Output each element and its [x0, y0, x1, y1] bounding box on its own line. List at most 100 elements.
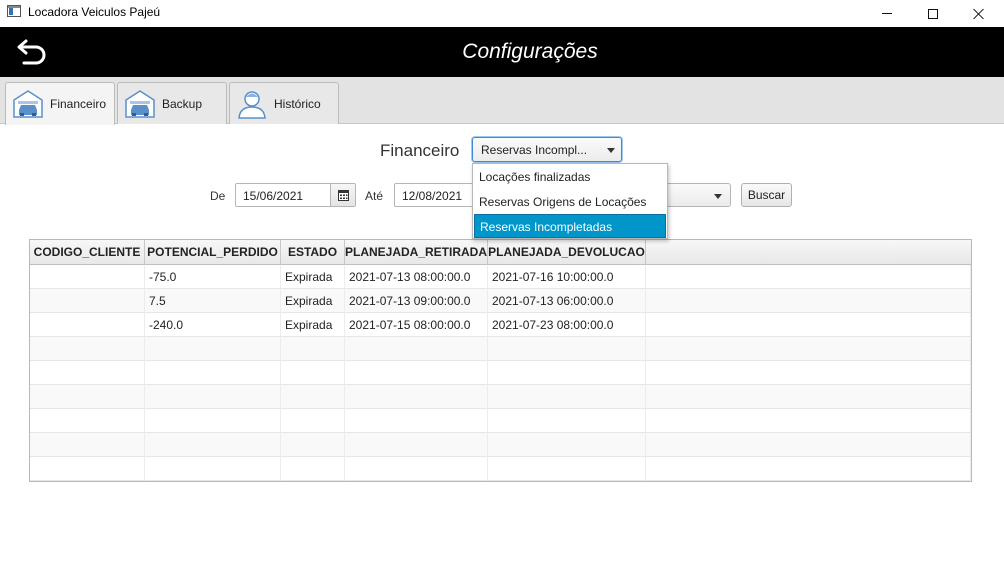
window-title: Locadora Veiculos Pajeú [28, 5, 161, 19]
table-cell: 2021-07-23 08:00:00.0 [488, 313, 646, 337]
table-cell: -240.0 [145, 313, 281, 337]
tab-historico[interactable]: Histórico [229, 82, 339, 124]
table-row[interactable]: 7.5 Expirada 2021-07-13 09:00:00.0 2021-07-… [30, 289, 971, 313]
table-cell [30, 361, 145, 385]
table-cell [281, 457, 345, 481]
column-header[interactable]: CODIGO_CLIENTE [30, 240, 145, 265]
to-date-picker[interactable]: 12/08/2021 [394, 183, 484, 207]
table-cell: 2021-07-13 06:00:00.0 [488, 289, 646, 313]
table-row[interactable] [30, 433, 971, 457]
app-window: Locadora Veiculos Pajeú Configurações Fi… [0, 0, 1004, 586]
table-cell [30, 337, 145, 361]
column-header[interactable]: PLANEJADA_DEVOLUCAO [488, 240, 646, 265]
report-select-value: Reservas Incompl... [481, 143, 588, 157]
table-cell [30, 457, 145, 481]
garage-car-icon [13, 90, 43, 118]
search-button[interactable]: Buscar [741, 183, 792, 207]
dropdown-option[interactable]: Reservas Origens de Locações [474, 190, 666, 214]
minimize-icon [882, 13, 892, 14]
table-cell [281, 385, 345, 409]
table-cell [145, 385, 281, 409]
table-cell [646, 457, 971, 481]
table-cell: 2021-07-16 10:00:00.0 [488, 265, 646, 289]
tab-label: Financeiro [50, 97, 107, 111]
table-cell [30, 265, 145, 289]
table-row[interactable] [30, 409, 971, 433]
maximize-button[interactable] [910, 0, 956, 27]
report-type-dropdown: Locações finalizadas Reservas Origens de… [472, 163, 668, 239]
tab-backup[interactable]: Backup [117, 82, 227, 124]
calendar-icon [337, 189, 349, 201]
column-header[interactable]: PLANEJADA_RETIRADA [345, 240, 488, 265]
table-cell [145, 337, 281, 361]
close-button[interactable] [956, 0, 1002, 27]
table-cell: 7.5 [145, 289, 281, 313]
user-avatar-icon [238, 90, 266, 119]
table-cell [646, 409, 971, 433]
table-cell: Expirada [281, 265, 345, 289]
table-cell [30, 313, 145, 337]
table-cell: 2021-07-13 09:00:00.0 [345, 289, 488, 313]
page-header: Configurações [0, 27, 1004, 77]
results-table: CODIGO_CLIENTE POTENCIAL_PERDIDO ESTADO … [29, 239, 972, 482]
table-cell [488, 409, 646, 433]
table-cell [345, 409, 488, 433]
from-date-value: 15/06/2021 [243, 189, 304, 203]
report-label: Financeiro [380, 141, 460, 160]
table-cell [30, 289, 145, 313]
chevron-down-icon [607, 148, 615, 153]
table-cell [488, 457, 646, 481]
to-date-value: 12/08/2021 [402, 189, 463, 203]
calendar-button[interactable] [330, 184, 355, 206]
minimize-button[interactable] [864, 0, 910, 27]
table-cell: Expirada [281, 289, 345, 313]
from-label: De [210, 189, 226, 203]
column-header[interactable]: ESTADO [281, 240, 345, 265]
tab-bar: Financeiro Backup Histórico [0, 77, 1004, 125]
table-cell [488, 433, 646, 457]
table-cell [145, 457, 281, 481]
tab-label: Histórico [274, 96, 321, 111]
table-cell [30, 409, 145, 433]
table-cell [345, 337, 488, 361]
column-header[interactable]: POTENCIAL_PERDIDO [145, 240, 281, 265]
table-row[interactable] [30, 337, 971, 361]
tab-financeiro[interactable]: Financeiro [5, 82, 115, 125]
from-date-picker[interactable]: 15/06/2021 [235, 183, 356, 207]
table-cell [646, 433, 971, 457]
table-cell [30, 433, 145, 457]
table-cell: 2021-07-15 08:00:00.0 [345, 313, 488, 337]
title-bar: Locadora Veiculos Pajeú [0, 0, 1004, 27]
table-header: CODIGO_CLIENTE POTENCIAL_PERDIDO ESTADO … [30, 240, 971, 265]
close-icon [973, 8, 985, 20]
report-type-select[interactable]: Reservas Incompl... [472, 137, 622, 162]
table-cell [145, 409, 281, 433]
table-row[interactable] [30, 385, 971, 409]
table-cell [646, 385, 971, 409]
table-row[interactable]: -75.0 Expirada 2021-07-13 08:00:00.0 2021-0… [30, 265, 971, 289]
table-cell [646, 361, 971, 385]
table-cell: Expirada [281, 313, 345, 337]
table-cell [30, 385, 145, 409]
table-cell: -75.0 [145, 265, 281, 289]
table-cell [488, 385, 646, 409]
table-cell [345, 361, 488, 385]
table-cell [281, 361, 345, 385]
table-cell [488, 337, 646, 361]
garage-car-icon [125, 89, 155, 118]
table-cell [345, 433, 488, 457]
table-row[interactable] [30, 457, 971, 481]
secondary-select[interactable] [665, 183, 731, 207]
table-cell [646, 313, 971, 337]
table-cell [345, 385, 488, 409]
table-cell [345, 457, 488, 481]
table-row[interactable] [30, 361, 971, 385]
table-row[interactable]: -240.0 Expirada 2021-07-15 08:00:00.0 2021-… [30, 313, 971, 337]
table-cell [646, 337, 971, 361]
table-cell [281, 337, 345, 361]
tab-label: Backup [162, 96, 203, 111]
dropdown-option[interactable]: Locações finalizadas [474, 165, 666, 189]
dropdown-option-selected[interactable]: Reservas Incompletadas [474, 214, 666, 238]
table-cell [281, 433, 345, 457]
table-cell [646, 265, 971, 289]
